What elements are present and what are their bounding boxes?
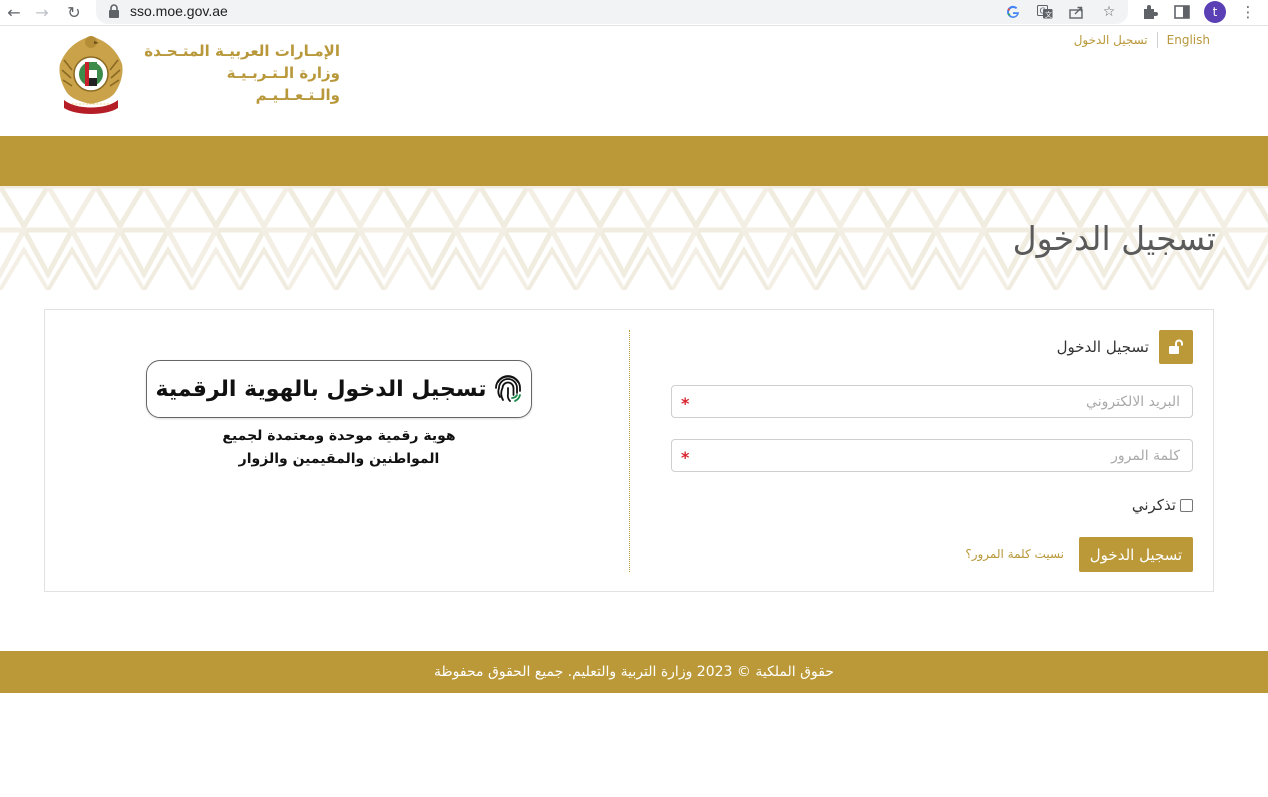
url-text: sso.moe.gov.ae (130, 3, 228, 19)
login-top-link[interactable]: تسجيل الدخول (1074, 33, 1148, 47)
translate-icon[interactable]: G 文 (1036, 3, 1054, 21)
browser-menu-icon[interactable]: ⋮ (1238, 2, 1258, 22)
ministry-logo-text[interactable]: الإمـارات العربيـة المتـحـدة وزارة الـتـ… (140, 40, 340, 106)
english-language-link[interactable]: English (1167, 33, 1210, 47)
browser-toolbar: ← → ↻ sso.moe.gov.ae G 文 ☆ t ⋮ (0, 0, 1268, 26)
password-input[interactable] (672, 440, 1192, 471)
password-field-wrapper: * (671, 439, 1193, 472)
login-form-title: تسجيل الدخول (1056, 338, 1149, 356)
fingerprint-icon (494, 375, 521, 402)
profile-avatar[interactable]: t (1204, 1, 1226, 23)
share-icon[interactable] (1068, 3, 1086, 21)
reload-icon[interactable]: ↻ (64, 2, 84, 22)
uae-pass-desc-line2: المواطنين والمقيمين والزوار (238, 451, 440, 467)
page-title: تسجيل الدخول (1012, 219, 1216, 258)
google-icon[interactable] (1004, 3, 1022, 21)
logo-line-country: الإمـارات العربيـة المتـحـدة (144, 42, 340, 60)
remember-me: تذكرني (1132, 496, 1193, 514)
top-links: تسجيل الدخول English (1074, 32, 1210, 48)
copyright-text: حقوق الملكية © 2023 وزارة التربية والتعل… (434, 664, 834, 680)
uae-pass-description: هوية رقمية موحدة ومعتمدة لجميع المواطنين… (146, 425, 532, 471)
forgot-password-link[interactable]: نسيت كلمة المرور؟ (965, 547, 1064, 561)
page-title-banner: تسجيل الدخول (0, 186, 1268, 290)
remember-me-checkbox[interactable] (1180, 498, 1193, 512)
uae-pass-button-label: تسجيل الدخول بالهوية الرقمية (155, 376, 487, 402)
site-footer: حقوق الملكية © 2023 وزارة التربية والتعل… (0, 651, 1268, 693)
forward-icon[interactable]: → (32, 2, 52, 22)
uae-pass-login-button[interactable]: تسجيل الدخول بالهوية الرقمية (146, 360, 532, 418)
email-required-mark: * (681, 394, 690, 413)
svg-text:文: 文 (1045, 10, 1052, 19)
login-submit-button[interactable]: تسجيل الدخول (1079, 537, 1193, 572)
password-required-mark: * (681, 448, 690, 467)
uae-emblem-logo[interactable] (56, 30, 126, 116)
link-separator (1156, 32, 1158, 48)
gold-nav-band (0, 136, 1268, 186)
email-input[interactable] (672, 386, 1192, 417)
lock-icon (109, 4, 119, 18)
side-panel-icon[interactable] (1172, 2, 1192, 22)
uae-pass-desc-line1: هوية رقمية موحدة ومعتمدة لجميع (222, 428, 456, 444)
section-divider (629, 330, 630, 572)
bookmark-star-icon[interactable]: ☆ (1100, 3, 1118, 21)
login-card: تسجيل الدخول بالهوية الرقمية هوية رقمية … (44, 309, 1214, 592)
logo-line-ministry: وزارة الـتـربـيـة والـتـعـلـيـم (226, 64, 340, 104)
extensions-icon[interactable] (1140, 2, 1160, 22)
address-bar[interactable]: sso.moe.gov.ae G 文 ☆ (96, 0, 1128, 24)
email-field-wrapper: * (671, 385, 1193, 418)
unlock-icon (1159, 330, 1193, 364)
login-form-header: تسجيل الدخول (1057, 330, 1193, 364)
back-icon[interactable]: ← (4, 2, 24, 22)
site-header: الإمـارات العربيـة المتـحـدة وزارة الـتـ… (0, 26, 1268, 136)
remember-me-label[interactable]: تذكرني (1132, 496, 1176, 514)
